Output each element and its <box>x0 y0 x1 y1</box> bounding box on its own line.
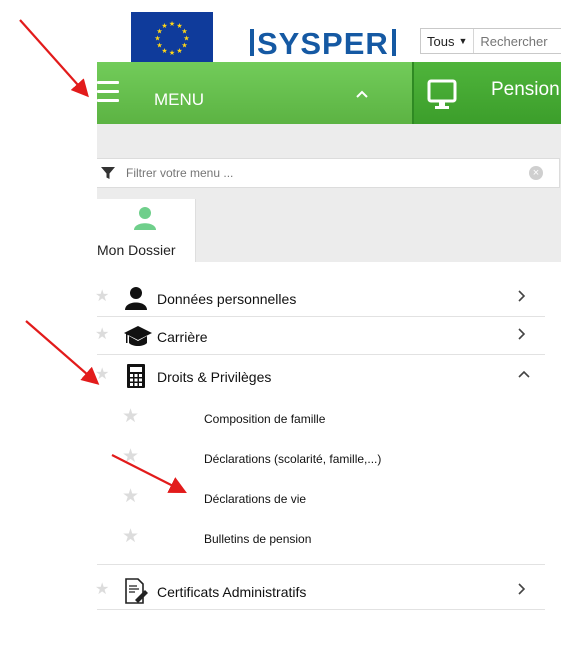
red-arrow-icon <box>19 19 187 493</box>
annotation-arrows <box>19 19 187 493</box>
